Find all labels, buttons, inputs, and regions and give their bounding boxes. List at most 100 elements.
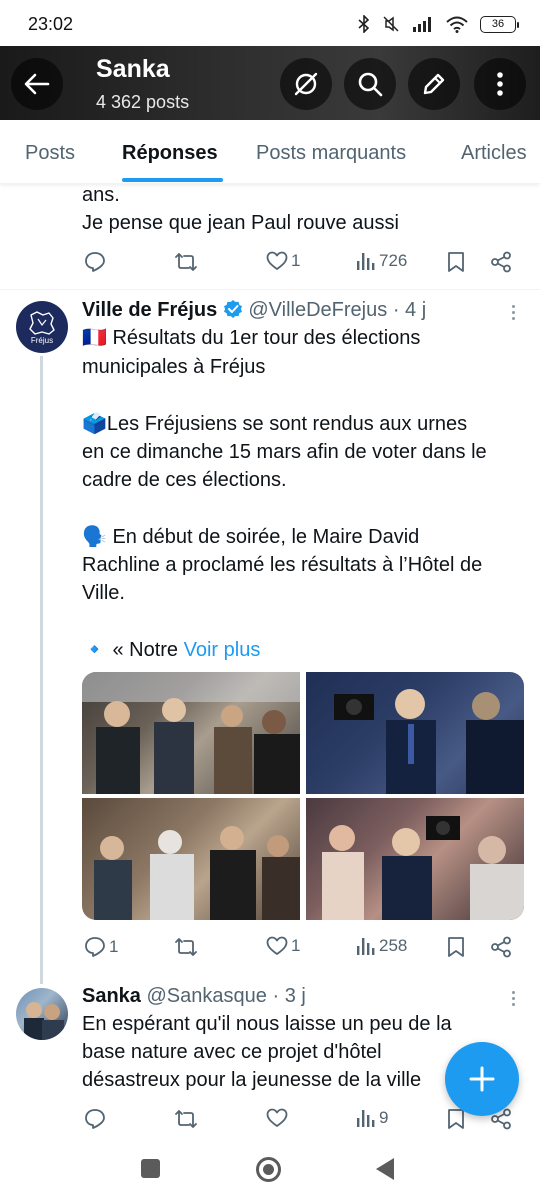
user-avatar-icon bbox=[24, 1002, 64, 1040]
post-more-button[interactable] bbox=[503, 988, 523, 1008]
repost-button[interactable] bbox=[174, 1108, 198, 1130]
reply-button[interactable] bbox=[84, 1108, 106, 1130]
avatar[interactable] bbox=[16, 988, 68, 1040]
compose-fab-button[interactable] bbox=[445, 1042, 519, 1116]
author-name[interactable]: Sanka bbox=[82, 985, 141, 1007]
tab-posts[interactable]: Posts bbox=[25, 142, 75, 165]
media-photo[interactable] bbox=[82, 672, 300, 794]
post-divider bbox=[0, 289, 540, 290]
media-photo[interactable] bbox=[82, 798, 300, 920]
battery-icon: 36 bbox=[480, 15, 519, 33]
post-header: Ville de Fréjus @VilleDeFrejus · 4 j bbox=[82, 296, 426, 324]
media-grid bbox=[82, 672, 524, 920]
post-text-line: ans. bbox=[82, 184, 120, 206]
bookmark-button[interactable] bbox=[447, 936, 465, 958]
post-text-line: En espérant qu'il nous laisse un peu de … bbox=[82, 1013, 452, 1035]
repost-icon bbox=[175, 938, 197, 956]
reply-button[interactable]: 1 bbox=[84, 936, 118, 958]
back-button[interactable] bbox=[11, 58, 63, 110]
reply-icon bbox=[85, 252, 105, 272]
profile-header: Sanka 4 362 posts bbox=[0, 46, 540, 120]
avatar-label: Fréjus bbox=[30, 336, 54, 345]
post-text-line: cadre de ces élections. bbox=[82, 469, 287, 491]
views-button[interactable]: 9 bbox=[356, 1108, 388, 1128]
frejus-logo-icon bbox=[29, 311, 55, 335]
post-text-line: Je pense que jean Paul rouve aussi bbox=[82, 212, 399, 234]
share-button[interactable] bbox=[490, 936, 512, 958]
repost-icon bbox=[175, 253, 197, 271]
author-handle[interactable]: @Sankasque bbox=[147, 985, 267, 1007]
heart-icon bbox=[266, 1108, 288, 1127]
views-button[interactable]: 726 bbox=[356, 251, 407, 271]
bookmark-button[interactable] bbox=[447, 1108, 465, 1130]
bookmark-icon bbox=[448, 937, 464, 957]
system-nav-bar bbox=[0, 1140, 540, 1200]
post-text-line: 🇫🇷 Résultats du 1er tour des élections bbox=[82, 327, 421, 349]
views-icon bbox=[357, 253, 375, 270]
post-time[interactable]: 4 j bbox=[405, 299, 426, 321]
post-text-line: base nature avec ce projet d'hôtel bbox=[82, 1041, 382, 1063]
views-count: 9 bbox=[379, 1108, 389, 1127]
profile-name: Sanka bbox=[96, 55, 170, 83]
reply-count: 1 bbox=[109, 937, 119, 956]
edit-button[interactable] bbox=[408, 58, 460, 110]
like-button[interactable]: 1 bbox=[266, 936, 300, 956]
bluetooth-icon bbox=[358, 15, 370, 33]
like-button[interactable] bbox=[266, 1108, 288, 1128]
repost-button[interactable] bbox=[174, 936, 198, 958]
battery-level: 36 bbox=[491, 18, 505, 30]
mute-icon bbox=[383, 16, 399, 32]
share-button[interactable] bbox=[490, 251, 512, 273]
bookmark-icon bbox=[448, 252, 464, 272]
reply-icon bbox=[85, 937, 105, 957]
location-button[interactable] bbox=[280, 58, 332, 110]
media-photo[interactable] bbox=[306, 672, 524, 794]
press-photo-icon bbox=[322, 816, 524, 920]
like-count: 1 bbox=[291, 936, 301, 955]
post-text-line: 🗳️Les Fréjusiens se sont rendus aux urne… bbox=[82, 413, 468, 435]
views-icon bbox=[357, 1110, 375, 1127]
search-icon bbox=[358, 72, 383, 97]
post-text-line: 🗣️ En début de soirée, le Maire David bbox=[82, 526, 420, 548]
post-header: Sanka @Sankasque · 3 j bbox=[82, 982, 306, 1010]
views-count: 258 bbox=[379, 936, 408, 955]
status-bar: 23:02 36 bbox=[0, 0, 540, 46]
post-text-line: municipales à Fréjus bbox=[82, 356, 266, 378]
audience-photo-icon bbox=[94, 826, 300, 920]
mayor-photo-icon bbox=[334, 689, 524, 794]
tab-highlights[interactable]: Posts marquants bbox=[256, 142, 406, 165]
author-handle[interactable]: @VilleDeFrejus bbox=[248, 299, 387, 321]
share-icon bbox=[491, 251, 511, 273]
post-time[interactable]: 3 j bbox=[285, 985, 306, 1007]
share-icon bbox=[491, 936, 511, 958]
views-button[interactable]: 258 bbox=[356, 936, 407, 956]
media-photo[interactable] bbox=[306, 798, 524, 920]
repost-button[interactable] bbox=[174, 251, 198, 273]
system-back-icon[interactable] bbox=[376, 1158, 394, 1180]
bookmark-button[interactable] bbox=[447, 251, 465, 273]
like-count: 1 bbox=[291, 251, 301, 270]
post-text-line: Rachline a proclamé les résultats à l’Hô… bbox=[82, 554, 483, 576]
avatar[interactable]: Fréjus bbox=[16, 301, 68, 353]
home-icon[interactable] bbox=[256, 1157, 281, 1182]
more-options-button[interactable] bbox=[474, 58, 526, 110]
separator-dot: · bbox=[392, 299, 400, 321]
status-icons: 36 bbox=[358, 15, 519, 33]
reply-button[interactable] bbox=[84, 251, 106, 273]
tab-replies[interactable]: Réponses bbox=[122, 142, 218, 165]
heart-icon bbox=[266, 251, 288, 270]
back-arrow-icon bbox=[24, 73, 50, 95]
post-count: 4 362 posts bbox=[96, 92, 190, 112]
truncated-text: 🔹 « Notre bbox=[82, 639, 184, 661]
post-more-button[interactable] bbox=[503, 302, 523, 322]
author-name[interactable]: Ville de Fréjus bbox=[82, 299, 217, 321]
search-button[interactable] bbox=[344, 58, 396, 110]
like-button[interactable]: 1 bbox=[266, 251, 300, 271]
profile-tabs: Posts Réponses Posts marquants Articles bbox=[0, 120, 540, 184]
active-tab-indicator bbox=[122, 178, 223, 182]
recent-apps-icon[interactable] bbox=[141, 1159, 160, 1178]
see-more-link[interactable]: Voir plus bbox=[184, 639, 261, 661]
heart-icon bbox=[266, 936, 288, 955]
wifi-icon bbox=[446, 16, 468, 33]
tab-articles[interactable]: Articles bbox=[461, 142, 527, 165]
